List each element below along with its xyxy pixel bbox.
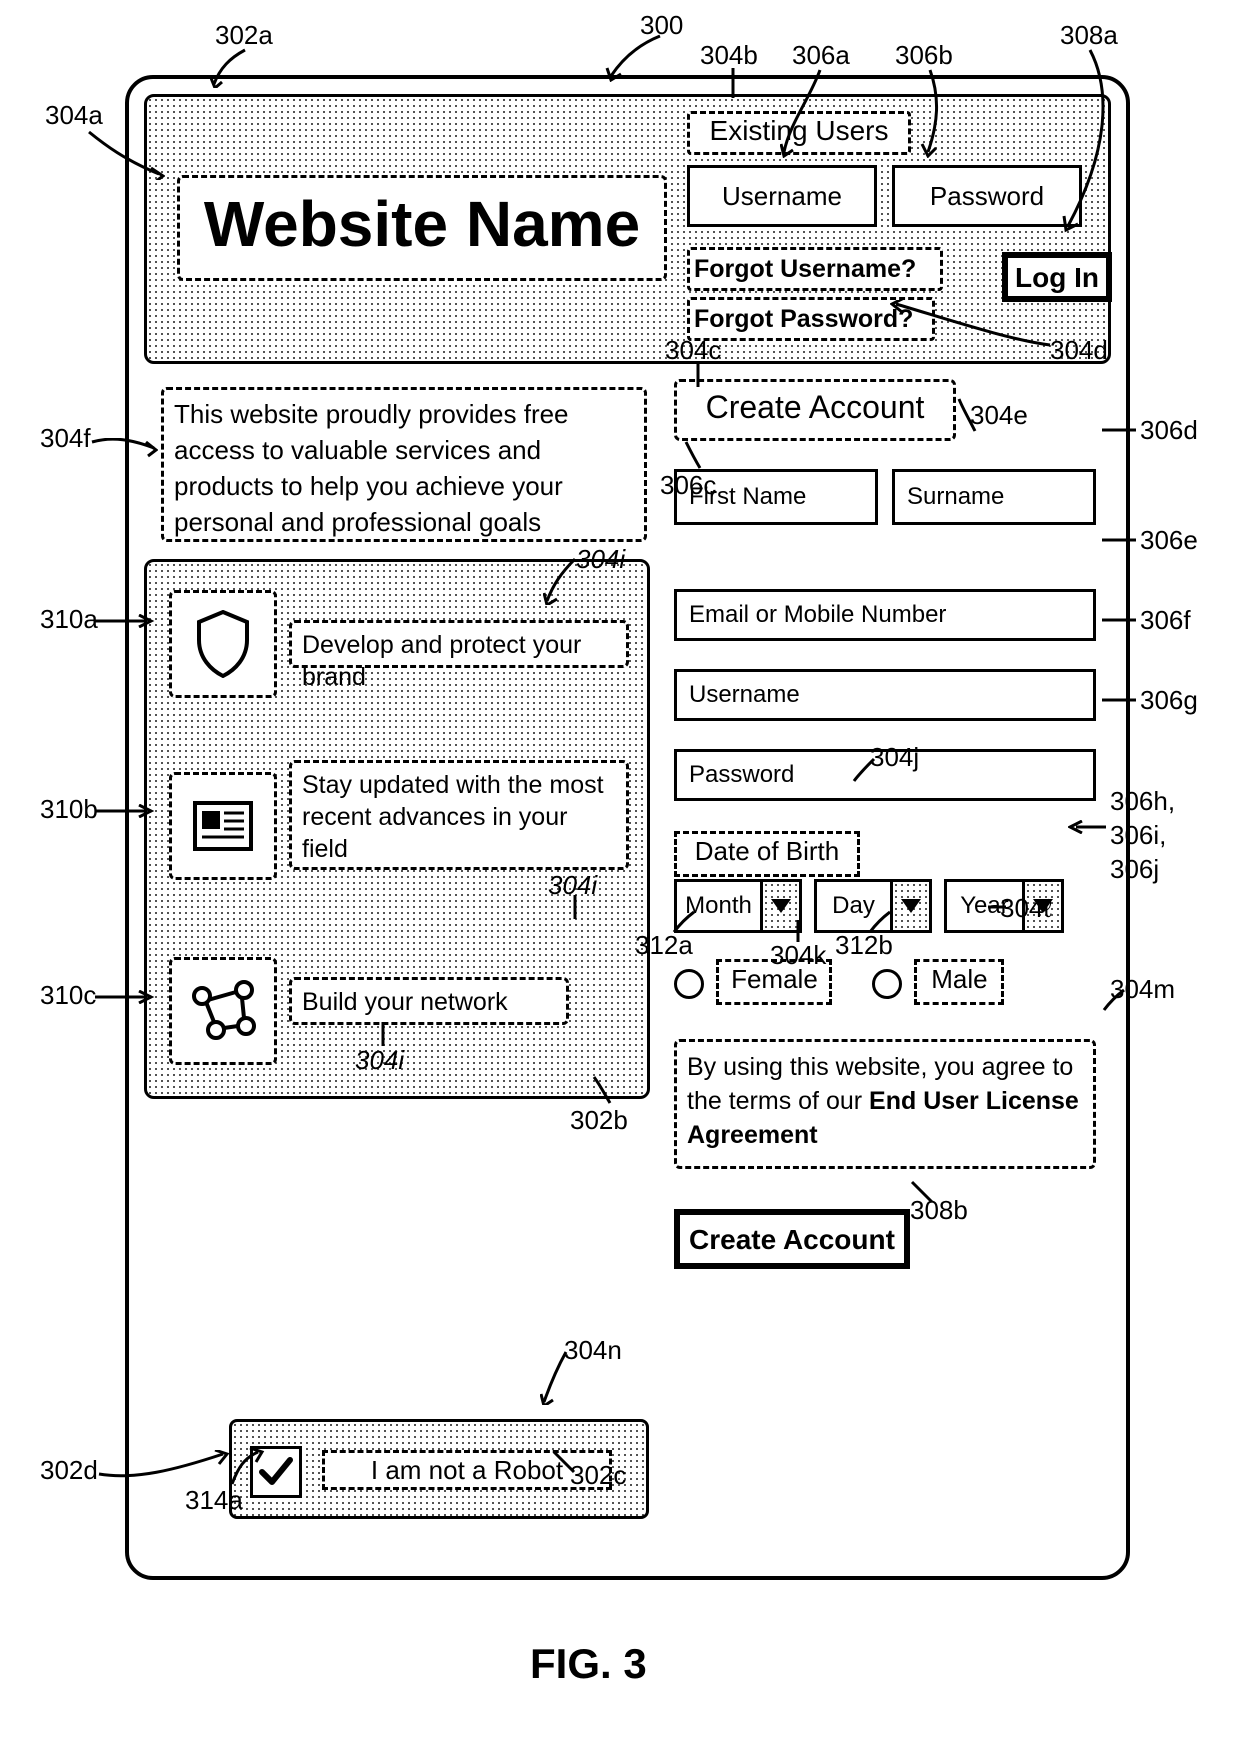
create-account-heading: Create Account xyxy=(674,379,956,441)
gender-male-row: Male xyxy=(872,959,1004,1005)
ref-304a: 304a xyxy=(45,100,103,131)
ref-310a: 310a xyxy=(40,604,98,635)
create-account-button[interactable]: Create Account xyxy=(674,1209,910,1269)
male-radio[interactable] xyxy=(872,969,902,999)
ref-304f: 304f xyxy=(40,423,91,454)
lead-line xyxy=(890,300,1060,350)
lead-line xyxy=(908,1180,938,1205)
ref-310c: 310c xyxy=(40,980,96,1011)
feature-text-3: Build your network xyxy=(289,977,569,1025)
lead-line xyxy=(1102,695,1138,705)
ref-302a: 302a xyxy=(215,20,273,51)
lead-line xyxy=(850,755,880,785)
ref-306d: 306d xyxy=(1140,415,1198,446)
newspaper-icon xyxy=(169,772,277,880)
lead-line xyxy=(866,910,896,935)
feature-panel: Develop and protect your brand Stay upda… xyxy=(144,559,650,1099)
lead-line xyxy=(910,68,950,158)
lead-line xyxy=(210,48,290,88)
lead-line xyxy=(1102,615,1138,625)
lead-line xyxy=(680,440,720,470)
ref-304b: 304b xyxy=(700,40,758,71)
email-input[interactable]: Email or Mobile Number xyxy=(674,589,1096,641)
lead-line xyxy=(228,1448,268,1488)
ref-304c: 304c xyxy=(665,335,721,366)
lead-line xyxy=(378,1022,388,1046)
login-button[interactable]: Log In xyxy=(1002,252,1112,302)
ref-304i-3: 304i xyxy=(355,1045,404,1076)
ref-304n: 304n xyxy=(564,1335,622,1366)
lead-line xyxy=(1060,48,1140,233)
shield-icon xyxy=(169,590,277,698)
username-signup-input[interactable]: Username xyxy=(674,669,1096,721)
lead-line xyxy=(780,68,840,158)
ref-306h: 306h, xyxy=(1110,786,1175,817)
lead-line xyxy=(88,438,158,458)
dob-label: Date of Birth xyxy=(674,831,860,877)
ref-306f: 306f xyxy=(1140,605,1191,636)
lead-line xyxy=(85,130,165,180)
lead-line xyxy=(570,895,580,921)
ref-304k: 304k xyxy=(770,940,826,971)
lead-line xyxy=(543,555,578,605)
lead-line xyxy=(793,920,803,942)
ref-302d: 302d xyxy=(40,1455,98,1486)
ref-302b: 302b xyxy=(570,1105,628,1136)
ref-306b: 306b xyxy=(895,40,953,71)
lead-line xyxy=(550,1450,580,1474)
lead-line xyxy=(95,1450,230,1490)
female-radio[interactable] xyxy=(674,969,704,999)
feature-text-1: Develop and protect your brand xyxy=(289,620,629,668)
feature-text-2: Stay updated with the most recent advanc… xyxy=(289,760,629,870)
username-input[interactable]: Username xyxy=(687,165,877,227)
lead-line xyxy=(540,1350,570,1405)
lead-line xyxy=(693,363,703,389)
lead-line xyxy=(1102,535,1138,545)
intro-text: This website proudly provides free acces… xyxy=(161,387,647,542)
lead-line xyxy=(728,68,738,98)
ref-310b: 310b xyxy=(40,794,98,825)
lead-arrow xyxy=(1068,820,1108,834)
ref-314a: 314a xyxy=(185,1485,243,1516)
ref-304i-1: 304i xyxy=(576,544,625,575)
male-label: Male xyxy=(914,959,1004,1005)
network-icon xyxy=(169,957,277,1065)
lead-line xyxy=(95,804,155,818)
ref-306j: 306j xyxy=(1110,854,1159,885)
lead-line xyxy=(670,910,700,935)
lead-line xyxy=(1102,425,1138,435)
lead-line xyxy=(95,990,155,1004)
ref-306e: 306e xyxy=(1140,525,1198,556)
lead-line xyxy=(590,1075,620,1105)
eula-text: By using this website, you agree to the … xyxy=(674,1039,1096,1169)
ref-306g: 306g xyxy=(1140,685,1198,716)
lead-line xyxy=(988,900,1008,914)
ref-306i: 306i, xyxy=(1110,820,1166,851)
forgot-username-link[interactable]: Forgot Username? xyxy=(687,247,943,291)
site-name: Website Name xyxy=(177,175,667,281)
ref-306c: 306c xyxy=(660,470,716,501)
lead-line xyxy=(1100,988,1130,1012)
lead-line xyxy=(95,614,155,628)
surname-input[interactable]: Surname xyxy=(892,469,1096,525)
lead-line xyxy=(605,32,675,82)
password-input[interactable]: Password xyxy=(892,165,1082,227)
lead-line xyxy=(955,395,985,435)
figure-caption: FIG. 3 xyxy=(530,1640,647,1688)
ref-308a: 308a xyxy=(1060,20,1118,51)
ref-306a: 306a xyxy=(792,40,850,71)
